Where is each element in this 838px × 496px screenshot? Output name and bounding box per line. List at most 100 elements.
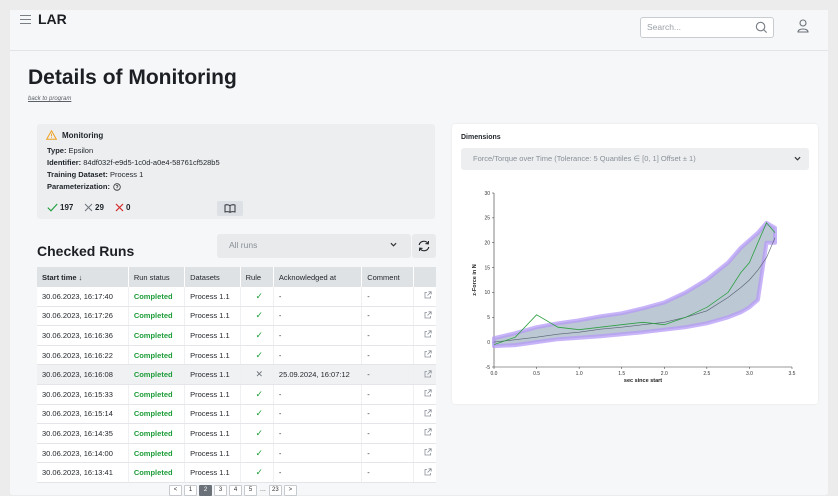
cell-rule: ✓ xyxy=(239,443,274,464)
info-icon[interactable] xyxy=(113,182,121,191)
table-row[interactable]: 30.06.2023, 16:14:00 Completed Process 1.1… xyxy=(37,443,436,464)
cell-comment: - xyxy=(361,364,414,385)
page-button-5[interactable]: 5 xyxy=(244,485,257,496)
table-row[interactable]: 30.06.2023, 16:15:33 Completed Process 1.1… xyxy=(37,384,436,405)
cell-start-time: 30.06.2023, 16:16:08 xyxy=(37,364,129,385)
stat-unchecked-count: 29 xyxy=(95,203,104,212)
cell-rule: ✓ xyxy=(239,384,274,405)
y-tick-label: 15 xyxy=(484,265,490,271)
refresh-button[interactable] xyxy=(412,234,436,258)
col-run-status: Run status xyxy=(127,267,185,287)
table-row[interactable]: 30.06.2023, 16:16:36 Completed Process 1.1… xyxy=(37,325,436,346)
cell-start-time: 30.06.2023, 16:16:36 xyxy=(37,325,129,346)
cell-acknowledged-at: - xyxy=(272,462,362,483)
table-row[interactable]: 30.06.2023, 16:13:41 Completed Process 1.1… xyxy=(37,462,436,483)
col-rule: Rule xyxy=(239,267,274,287)
cell-acknowledged-at: - xyxy=(272,345,362,366)
stat-unchecked: 29 xyxy=(84,203,104,212)
page-button-3[interactable]: 3 xyxy=(214,485,227,496)
external-link-icon[interactable] xyxy=(424,468,432,476)
type-value: Epsilon xyxy=(68,146,94,155)
page-prev-button[interactable]: < xyxy=(169,485,182,496)
external-link-icon[interactable] xyxy=(424,389,432,397)
cell-comment: - xyxy=(361,287,414,307)
page-button-4[interactable]: 4 xyxy=(229,485,242,496)
back-to-program-link[interactable]: back to program xyxy=(28,96,71,102)
page-button-2[interactable]: 2 xyxy=(199,485,212,496)
search-input[interactable] xyxy=(647,22,747,32)
external-link-icon[interactable] xyxy=(424,311,432,319)
cell-acknowledged-at: - xyxy=(272,287,362,307)
open-run-cell xyxy=(413,404,436,425)
menu-icon[interactable] xyxy=(20,15,31,24)
y-tick-label: 10 xyxy=(484,290,490,296)
documentation-button[interactable] xyxy=(217,201,243,216)
identifier-label: Identifier: xyxy=(47,158,82,167)
page-button-1[interactable]: 1 xyxy=(184,485,197,496)
table-row[interactable]: 30.06.2023, 16:14:35 Completed Process 1.1… xyxy=(37,423,436,444)
x-tick-label: 2.5 xyxy=(703,371,710,377)
cell-acknowledged-at: - xyxy=(272,384,362,405)
open-run-cell xyxy=(413,345,436,366)
cell-dataset: Process 1.1 xyxy=(184,423,241,444)
external-link-icon[interactable] xyxy=(424,370,432,378)
x-tick-label: 2.0 xyxy=(661,371,668,377)
cell-dataset: Process 1.1 xyxy=(184,287,241,307)
chevron-down-icon xyxy=(390,242,397,247)
stat-failed: 0 xyxy=(115,203,130,212)
cell-rule: ✓ xyxy=(239,462,274,483)
pagination: <1 2 3 4 5... 23 > xyxy=(169,485,297,496)
open-run-cell xyxy=(413,462,436,483)
cell-start-time: 30.06.2023, 16:13:41 xyxy=(37,462,129,483)
page-ellipsis: ... xyxy=(260,486,266,493)
cell-dataset: Process 1.1 xyxy=(184,364,241,385)
cell-start-time: 30.06.2023, 16:17:40 xyxy=(37,287,129,307)
y-tick-label: 30 xyxy=(484,191,490,197)
col-datasets: Datasets xyxy=(184,267,241,287)
external-link-icon[interactable] xyxy=(424,330,432,338)
x-tick-label: 3.5 xyxy=(789,371,796,377)
external-link-icon[interactable] xyxy=(424,409,432,417)
runs-filter-select[interactable]: All runs xyxy=(217,234,411,258)
y-tick-label: -5 xyxy=(486,365,491,371)
external-link-icon[interactable] xyxy=(424,291,432,299)
user-icon[interactable] xyxy=(796,18,810,34)
parameterization-label: Parameterization: xyxy=(47,182,110,191)
x-tick-label: 1.0 xyxy=(576,371,583,377)
table-row[interactable]: 30.06.2023, 16:16:22 Completed Process 1.1… xyxy=(37,345,436,366)
cell-rule: ✓ xyxy=(239,325,274,346)
page-next-button[interactable]: > xyxy=(283,485,297,496)
cell-start-time: 30.06.2023, 16:15:33 xyxy=(37,384,129,405)
stat-checked-count: 197 xyxy=(60,203,74,212)
cross-red-icon xyxy=(115,203,124,212)
table-row[interactable]: 30.06.2023, 16:16:08 Completed Process 1.1… xyxy=(37,364,436,385)
table-header-row: Start time ↓ Run status Datasets Rule Ac… xyxy=(37,267,436,287)
force-chart: 0.0 0.5 1.0 1.5 2.0 2.5 3.0 3.5 -5 0 5 10 15 20 25 30 se… xyxy=(472,191,796,384)
cell-comment: - xyxy=(361,306,414,327)
page-button-last[interactable]: 23 xyxy=(268,485,282,496)
col-start-time[interactable]: Start time ↓ xyxy=(37,267,129,287)
external-link-icon[interactable] xyxy=(424,428,432,436)
external-link-icon[interactable] xyxy=(424,448,432,456)
cell-rule: ✕ xyxy=(239,364,274,385)
cell-rule: ✓ xyxy=(239,404,274,425)
external-link-icon[interactable] xyxy=(424,350,432,358)
table-row[interactable]: 30.06.2023, 16:15:14 Completed Process 1.1… xyxy=(37,404,436,425)
stat-checked: 197 xyxy=(47,203,73,212)
cell-dataset: Process 1.1 xyxy=(184,404,241,425)
checked-runs-title: Checked Runs xyxy=(37,243,135,259)
warning-icon xyxy=(46,130,57,140)
cell-start-time: 30.06.2023, 16:16:22 xyxy=(37,345,129,366)
cell-acknowledged-at: - xyxy=(272,404,362,425)
cell-start-time: 30.06.2023, 16:14:00 xyxy=(37,443,129,464)
cell-acknowledged-at: - xyxy=(272,325,362,346)
dimensions-card: Dimensions Force/Torque over Time (Toler… xyxy=(452,124,818,404)
parameterization-line: Parameterization: xyxy=(47,182,121,191)
table-row[interactable]: 30.06.2023, 16:17:26 Completed Process 1.1… xyxy=(37,306,436,327)
search-box[interactable] xyxy=(640,17,774,38)
training-label: Training Dataset: xyxy=(47,170,108,179)
type-line: Type: Epsilon xyxy=(47,146,93,155)
monitoring-heading-label: Monitoring xyxy=(62,130,104,140)
table-row[interactable]: 30.06.2023, 16:17:40 Completed Process 1.1… xyxy=(37,287,436,307)
search-icon[interactable] xyxy=(754,20,769,35)
